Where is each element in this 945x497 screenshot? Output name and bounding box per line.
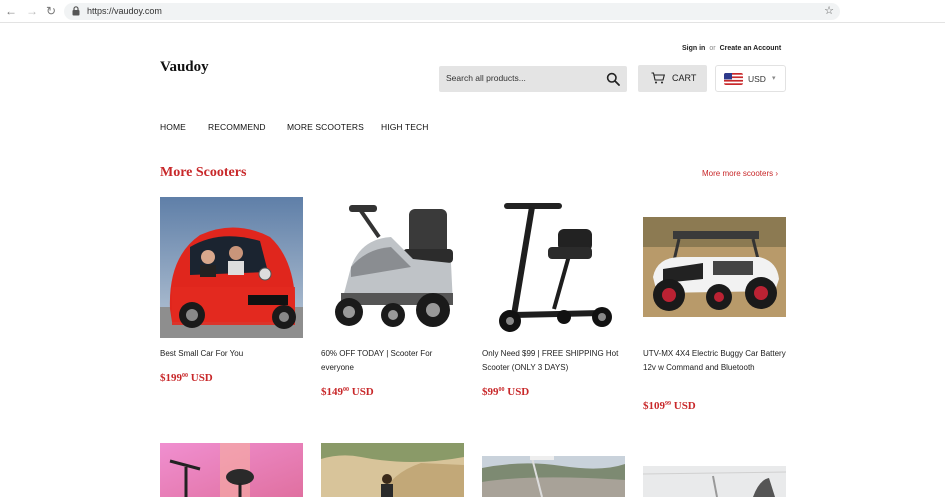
forward-arrow-icon[interactable]: → <box>25 4 39 18</box>
back-arrow-icon[interactable]: ← <box>4 4 18 18</box>
product-image[interactable] <box>160 197 303 338</box>
browser-toolbar: ← → ↻ https://vaudoy.com ☆ <box>0 0 945 23</box>
chevron-down-icon: ▾ <box>772 75 776 82</box>
url-text: https://vaudoy.com <box>87 6 162 16</box>
product-title[interactable]: UTV-MX 4X4 Electric Buggy Car Battery 12… <box>643 347 786 375</box>
more-scooters-link[interactable]: More more scooters › <box>702 169 778 178</box>
search-input[interactable]: Search all products... <box>439 66 627 92</box>
search-icon[interactable] <box>606 72 620 86</box>
product-image[interactable] <box>643 466 786 497</box>
search-placeholder: Search all products... <box>446 73 526 83</box>
price-currency: USD <box>190 372 213 384</box>
product-image[interactable] <box>643 217 786 317</box>
price-cents: 00 <box>343 387 349 393</box>
section-title: More Scooters <box>160 165 247 180</box>
price-main: $199 <box>160 372 182 384</box>
product-price: $14900 USD <box>321 386 374 398</box>
nav-item-recommend[interactable]: RECOMMEND <box>208 122 266 132</box>
cart-button[interactable]: CART <box>638 65 707 92</box>
product-image[interactable] <box>321 443 464 497</box>
product-title[interactable]: Best Small Car For You <box>160 347 303 361</box>
or-text: or <box>709 45 716 52</box>
store-logo[interactable]: Vaudoy <box>160 59 209 76</box>
price-cents: 00 <box>182 373 188 379</box>
product-title[interactable]: 60% OFF TODAY | Scooter For everyone <box>321 347 464 375</box>
price-main: $99 <box>482 386 499 398</box>
cart-icon <box>651 72 665 84</box>
price-main: $149 <box>321 386 343 398</box>
create-account-link[interactable]: Create an Account <box>720 45 782 52</box>
account-links: Sign in or Create an Account <box>682 45 781 52</box>
price-cents: 99 <box>665 401 671 407</box>
price-currency: USD <box>673 400 696 412</box>
nav-item-more-scooters[interactable]: MORE SCOOTERS <box>287 122 364 132</box>
lock-icon <box>72 6 80 16</box>
price-currency: USD <box>351 386 374 398</box>
currency-select[interactable]: USD ▾ <box>715 65 786 92</box>
currency-label: USD <box>748 74 766 84</box>
price-main: $109 <box>643 400 665 412</box>
product-price: $10999 USD <box>643 400 696 412</box>
product-image[interactable] <box>482 456 625 497</box>
sign-in-link[interactable]: Sign in <box>682 45 705 52</box>
nav-item-high-tech[interactable]: HIGH TECH <box>381 122 429 132</box>
nav-item-home[interactable]: HOME <box>160 122 186 132</box>
product-price: $9900 USD <box>482 386 529 398</box>
reload-icon[interactable]: ↻ <box>44 4 58 18</box>
price-cents: 00 <box>498 387 505 393</box>
product-image[interactable] <box>482 197 625 338</box>
cart-label: CART <box>672 73 697 83</box>
product-price: $19900 USD <box>160 372 213 384</box>
product-title[interactable]: Only Need $99 | FREE SHIPPING Hot Scoote… <box>482 347 625 375</box>
us-flag-icon <box>724 73 743 85</box>
product-image[interactable] <box>321 197 464 338</box>
star-icon[interactable]: ☆ <box>824 4 834 19</box>
address-bar[interactable]: https://vaudoy.com ☆ <box>64 3 840 20</box>
price-currency: USD <box>507 386 530 398</box>
product-image[interactable] <box>160 443 303 497</box>
